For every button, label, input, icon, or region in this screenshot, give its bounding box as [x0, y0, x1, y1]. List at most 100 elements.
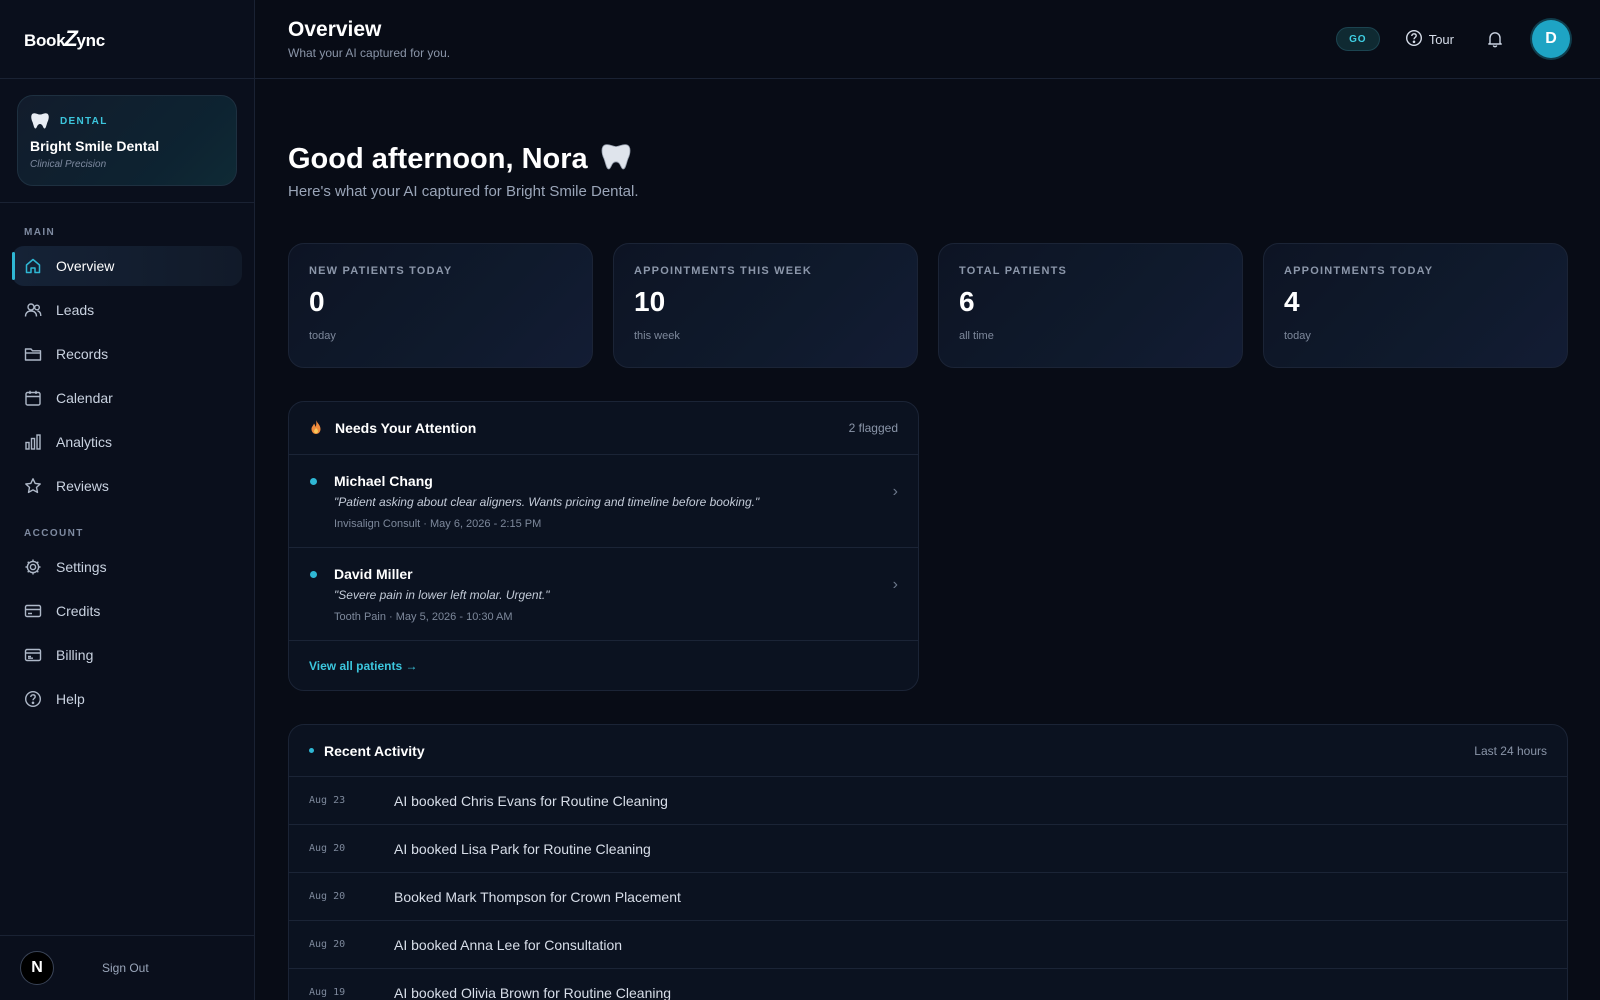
sidebar-item-help[interactable]: Help — [12, 679, 242, 719]
activity-row[interactable]: Aug 20 AI booked Anna Lee for Consultati… — [289, 921, 1567, 969]
stat-label: NEW PATIENTS TODAY — [309, 265, 453, 277]
tour-label: Tour — [1428, 31, 1454, 47]
activity-date: Aug 20 — [309, 891, 346, 902]
clinic-tag: DENTAL — [60, 115, 108, 127]
patient-name: David Miller — [334, 566, 413, 582]
sidebar-item-label: Records — [56, 346, 109, 362]
sign-out-button[interactable]: Sign Out — [102, 961, 149, 975]
activity-row[interactable]: Aug 20 Booked Mark Thompson for Crown Pl… — [289, 873, 1567, 921]
activity-date: Aug 20 — [309, 843, 346, 854]
brand-logo-part3: ync — [76, 31, 105, 50]
sidebar-item-settings[interactable]: Settings — [12, 547, 242, 587]
activity-text: AI booked Anna Lee for Consultation — [394, 936, 623, 953]
attention-header: Needs Your Attention 2 flagged — [289, 402, 918, 455]
sidebar-item-analytics[interactable]: Analytics — [12, 422, 242, 462]
brand-logo[interactable]: BookZync — [24, 26, 105, 52]
sidebar-item-label: Settings — [56, 559, 107, 575]
view-all-patients-link[interactable]: View all patients → — [309, 659, 417, 673]
activity-title: Recent Activity — [324, 742, 425, 759]
status-dot — [310, 478, 317, 485]
attention-item[interactable]: Michael Chang "Patient asking about clea… — [289, 455, 918, 548]
content: Good afternoon, Nora Here's what your AI… — [255, 142, 1600, 1000]
sidebar-nav: MAIN Overview Leads Records Calendar Ana… — [0, 203, 254, 719]
sidebar-item-leads[interactable]: Leads — [12, 290, 242, 330]
stat-label: APPOINTMENTS THIS WEEK — [634, 265, 812, 277]
sidebar-item-billing[interactable]: Billing — [12, 635, 242, 675]
activity-date: Aug 20 — [309, 939, 346, 950]
users-icon — [24, 301, 42, 319]
activity-row[interactable]: Aug 23 AI booked Chris Evans for Routine… — [289, 777, 1567, 825]
sidebar-footer: N Sign Out — [0, 935, 254, 1000]
star-icon — [24, 477, 42, 495]
activity-row[interactable]: Aug 19 AI booked Olivia Brown for Routin… — [289, 969, 1567, 1000]
sidebar-item-label: Reviews — [56, 478, 109, 494]
sidebar-item-label: Analytics — [56, 434, 113, 450]
sidebar-item-label: Calendar — [56, 390, 113, 406]
brand-logo-part1: Book — [24, 31, 66, 50]
bell-icon[interactable] — [1486, 30, 1504, 48]
patient-note: "Patient asking about clear aligners. Wa… — [334, 495, 760, 509]
clinic-section: DENTAL Bright Smile Dental Clinical Prec… — [0, 79, 254, 203]
billing-icon — [24, 646, 42, 664]
activity-range: Last 24 hours — [1474, 743, 1547, 758]
stat-value: 10 — [634, 286, 666, 317]
sidebar-item-label: Billing — [56, 647, 94, 663]
top-actions: GO Tour D — [1335, 20, 1570, 58]
calendar-icon — [24, 389, 42, 407]
stat-sub: this week — [634, 330, 680, 342]
app-root: BookZync DENTAL Bright Smile Dental Clin… — [0, 0, 1600, 1000]
sidebar-item-credits[interactable]: Credits — [12, 591, 242, 631]
stats-row: NEW PATIENTS TODAY 0 today APPOINTMENTS … — [288, 243, 1568, 368]
top-bar: Overview What your AI captured for you. … — [255, 0, 1600, 79]
sidebar-item-records[interactable]: Records — [12, 334, 242, 374]
stat-card-total-patients: TOTAL PATIENTS 6 all time — [938, 243, 1243, 368]
activity-row[interactable]: Aug 20 AI booked Lisa Park for Routine C… — [289, 825, 1567, 873]
help-circle-icon — [1405, 29, 1423, 50]
activity-date: Aug 23 — [309, 795, 346, 806]
sidebar-item-label: Credits — [56, 603, 101, 619]
go-button[interactable]: GO — [1335, 27, 1380, 51]
activity-text: AI booked Lisa Park for Routine Cleaning — [394, 840, 651, 857]
nav-heading-account: ACCOUNT — [24, 528, 84, 539]
clinic-tagline: Clinical Precision — [30, 159, 107, 170]
user-avatar-n[interactable]: N — [20, 951, 54, 985]
folder-icon — [24, 345, 42, 363]
stat-card-appointments-today: APPOINTMENTS TODAY 4 today — [1263, 243, 1568, 368]
activity-text: Booked Mark Thompson for Crown Placement — [394, 888, 681, 905]
greeting: Good afternoon, Nora — [288, 142, 1568, 177]
page-title: Overview — [288, 18, 382, 41]
attention-item[interactable]: David Miller "Severe pain in lower left … — [289, 548, 918, 641]
tour-button[interactable]: Tour — [1405, 29, 1454, 50]
tooth-icon — [30, 112, 50, 130]
bar-chart-icon — [24, 433, 42, 451]
clinic-card[interactable]: DENTAL Bright Smile Dental Clinical Prec… — [17, 95, 237, 186]
sidebar-item-label: Help — [56, 691, 85, 707]
attention-panel: Needs Your Attention 2 flagged Michael C… — [288, 401, 919, 691]
activity-date: Aug 19 — [309, 987, 346, 998]
user-avatar-d[interactable]: D — [1532, 20, 1570, 58]
sidebar-item-overview[interactable]: Overview — [12, 246, 242, 286]
attention-count: 2 flagged — [848, 421, 898, 435]
page-subtitle: What your AI captured for you. — [288, 46, 451, 60]
patient-meta: Tooth Pain · May 5, 2026 - 10:30 AM — [334, 611, 513, 623]
patient-name: Michael Chang — [334, 473, 433, 489]
tooth-icon — [600, 142, 632, 177]
stat-card-new-patients: NEW PATIENTS TODAY 0 today — [288, 243, 593, 368]
flame-icon — [309, 419, 323, 438]
stat-value: 4 — [1284, 286, 1300, 317]
patient-note: "Severe pain in lower left molar. Urgent… — [334, 588, 550, 602]
attention-title: Needs Your Attention — [335, 420, 477, 436]
activity-text: AI booked Olivia Brown for Routine Clean… — [394, 984, 672, 1000]
stat-card-appointments-week: APPOINTMENTS THIS WEEK 10 this week — [613, 243, 918, 368]
sidebar: BookZync DENTAL Bright Smile Dental Clin… — [0, 0, 255, 1000]
nav-heading-main: MAIN — [24, 227, 56, 238]
activity-dot — [309, 748, 314, 753]
sidebar-item-reviews[interactable]: Reviews — [12, 466, 242, 506]
activity-header: Recent Activity Last 24 hours — [289, 725, 1567, 777]
stat-label: TOTAL PATIENTS — [959, 265, 1068, 277]
status-dot — [310, 571, 317, 578]
sidebar-item-label: Leads — [56, 302, 95, 318]
stat-label: APPOINTMENTS TODAY — [1284, 265, 1434, 277]
sidebar-item-calendar[interactable]: Calendar — [12, 378, 242, 418]
gear-icon — [24, 558, 42, 576]
